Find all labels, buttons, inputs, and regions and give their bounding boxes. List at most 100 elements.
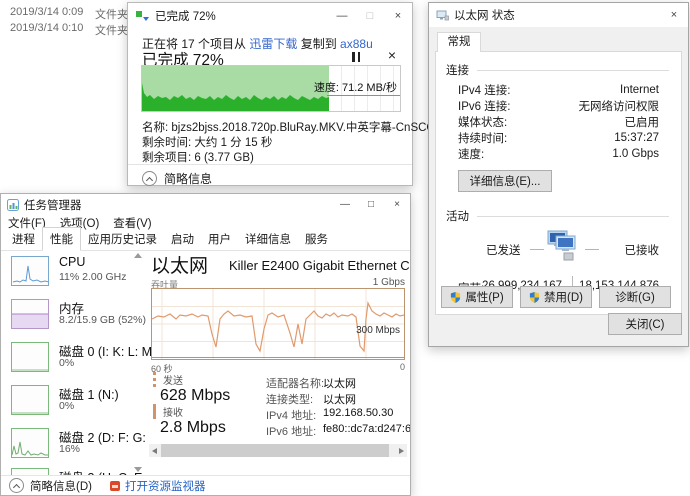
less-details-label: 简略信息 <box>164 172 213 186</box>
maximize-icon[interactable]: □ <box>356 3 384 29</box>
duration-value: 15:37:27 <box>614 132 659 144</box>
cancel-copy-icon[interactable]: × <box>388 47 396 63</box>
open-resource-monitor-link[interactable]: 打开资源监视器 <box>109 478 205 494</box>
ipv4-row: IPv4 连接: Internet <box>458 82 659 98</box>
sidebar-item-disk1[interactable]: 磁盘 1 (N:) 0% <box>1 384 146 426</box>
tab-app-history[interactable]: 应用历史记录 <box>81 228 164 250</box>
fewer-details-label: 简略信息(D) <box>30 480 92 493</box>
connection-type-value: 以太网 <box>323 394 356 406</box>
task-manager-window: 任务管理器 — □ × 文件(F) 选项(O) 查看(V) 进程 性能 应用历史… <box>0 193 411 496</box>
tab-general[interactable]: 常规 <box>437 32 481 52</box>
scale-top-label: 1 Gbps <box>372 277 405 288</box>
adapter-name-label: 适配器名称: <box>266 378 325 390</box>
task-manager-titlebar[interactable]: 任务管理器 — □ × <box>1 194 410 215</box>
ipv4-address-value: 192.168.50.30 <box>323 407 394 419</box>
sidebar-item-disk2[interactable]: 磁盘 2 (D: F: G: 16% <box>1 427 146 469</box>
close-icon[interactable]: × <box>384 3 412 29</box>
tab-users[interactable]: 用户 <box>201 228 238 250</box>
copy-file-name: 名称: bjzs2bjss.2018.720p.BluRay.MKV.中英字幕-… <box>142 122 460 134</box>
speed-value: 1.0 Gbps <box>612 148 659 160</box>
pause-icon[interactable] <box>352 52 364 62</box>
copy-dialog-title: 已完成 72% <box>155 11 216 23</box>
activity-group-label: 活动 <box>446 211 469 223</box>
tab-performance[interactable]: 性能 <box>42 227 81 251</box>
adapter-name-value: 以太网 <box>323 378 356 390</box>
disk3-mini-graph <box>11 468 49 475</box>
media-state-row: 媒体状态: 已启用 <box>458 114 659 130</box>
details-button[interactable]: 详细信息(E)... <box>458 170 552 192</box>
ipv4-value: Internet <box>620 84 659 96</box>
ipv6-row: IPv6 连接: 无网络访问权限 <box>458 98 659 114</box>
copy-dialog-titlebar[interactable]: 已完成 72% — □ × <box>128 3 412 29</box>
task-manager-title: 任务管理器 <box>24 199 82 212</box>
ipv4-address-label: IPv4 地址: <box>266 410 317 422</box>
chevron-up-icon <box>9 478 24 493</box>
copy-status-middle: 复制到 <box>297 37 341 51</box>
scroll-left-icon[interactable] <box>152 447 157 454</box>
receive-label: 接收 <box>153 404 226 419</box>
activity-diagram: 已发送 已接收 <box>458 228 659 270</box>
speed-label: 速度: <box>458 149 485 161</box>
properties-label: 属性(P) <box>465 292 504 304</box>
scroll-right-icon[interactable] <box>399 447 404 454</box>
disk1-mini-graph <box>11 385 49 415</box>
cpu-mini-graph <box>11 256 49 286</box>
close-button[interactable]: 关闭(C) <box>608 313 682 335</box>
divider <box>477 215 669 217</box>
disk2-mini-graph <box>11 428 49 458</box>
send-value: 628 Mbps <box>160 387 231 404</box>
sidebar-item-memory[interactable]: 内存 8.2/15.9 GB (52%) <box>1 298 146 340</box>
disable-label: 禁用(D) <box>544 292 583 304</box>
media-state-value: 已启用 <box>624 117 660 129</box>
less-details-toggle[interactable]: 简略信息 <box>142 170 212 187</box>
fewer-details-toggle[interactable]: 简略信息(D) <box>9 478 92 494</box>
maximize-icon[interactable]: □ <box>358 194 384 215</box>
uac-shield-icon <box>529 291 540 303</box>
resource-monitor-icon <box>109 480 120 491</box>
axis-0-label: 0 <box>399 362 405 372</box>
sidebar-disk0-detail: 0% <box>59 357 75 369</box>
close-icon[interactable]: × <box>660 3 688 27</box>
send-label: 发送 <box>153 372 230 387</box>
ethernet-throughput-chart: 300 Mbps <box>151 288 405 360</box>
ipv6-address-label: IPv6 地址: <box>266 426 317 438</box>
speed-row: 速度: 1.0 Gbps <box>458 146 659 162</box>
tab-processes[interactable]: 进程 <box>5 228 42 250</box>
adapter-subtitle: Killer E2400 Gigabit Ethernet Contr... <box>229 258 410 273</box>
tab-details[interactable]: 详细信息 <box>238 228 298 250</box>
sidebar-cpu-detail: 11% 2.00 GHz <box>59 271 127 283</box>
tab-startup[interactable]: 启动 <box>164 228 201 250</box>
explorer-row[interactable]: 2019/3/14 0:10 文件夹 <box>10 22 128 37</box>
diagnose-button[interactable]: 诊断(G) <box>599 286 671 308</box>
copy-time-remaining: 剩余时间: 大约 1 分 15 秒 <box>142 137 273 149</box>
scale-mid-label: 300 Mbps <box>356 325 400 336</box>
copy-source-link[interactable]: 迅雷下载 <box>249 37 297 51</box>
desktop: 2019/3/14 0:09 文件夹 2019/3/14 0:10 文件夹 已完… <box>0 0 690 496</box>
sidebar-item-disk0[interactable]: 磁盘 0 (I: K: L: M 0% <box>1 341 152 383</box>
horizontal-scrollbar[interactable] <box>149 444 407 457</box>
sidebar-disk2-detail: 16% <box>59 443 81 455</box>
divider <box>585 249 599 250</box>
explorer-row[interactable]: 2019/3/14 0:09 文件夹 <box>10 6 128 21</box>
ipv6-label: IPv6 连接: <box>458 101 511 113</box>
copy-dest-link[interactable]: ax88u <box>340 37 373 51</box>
properties-button[interactable]: 属性(P) <box>441 286 513 308</box>
tab-services[interactable]: 服务 <box>298 228 335 250</box>
sidebar-item-cpu[interactable]: CPU 11% 2.00 GHz <box>1 255 146 297</box>
sidebar-item-disk3[interactable]: 磁盘 3 (H: C: E: <box>1 467 146 475</box>
chevron-up-icon <box>142 171 157 186</box>
disable-button[interactable]: 禁用(D) <box>520 286 592 308</box>
computers-icon <box>547 230 575 261</box>
task-manager-icon <box>7 198 19 211</box>
ethernet-dialog-titlebar[interactable]: 以太网 状态 × <box>429 3 688 27</box>
minimize-icon[interactable]: — <box>328 3 356 29</box>
close-icon[interactable]: × <box>384 194 410 215</box>
copy-progress-dialog: 已完成 72% — □ × 正在将 17 个项目从 迅雷下载 复制到 ax88u… <box>127 2 460 187</box>
copy-items-remaining: 剩余项目: 6 (3.77 GB) <box>142 152 254 164</box>
connection-group-label: 连接 <box>446 65 469 77</box>
scrollbar-thumb[interactable] <box>161 444 389 457</box>
receive-stat: 接收 2.8 Mbps <box>153 404 226 437</box>
ethernet-status-dialog: 以太网 状态 × 常规 连接 IPv4 连接: Internet IPv6 连接… <box>428 2 689 347</box>
minimize-icon[interactable]: — <box>332 194 358 215</box>
ipv6-value: 无网络访问权限 <box>578 101 660 113</box>
